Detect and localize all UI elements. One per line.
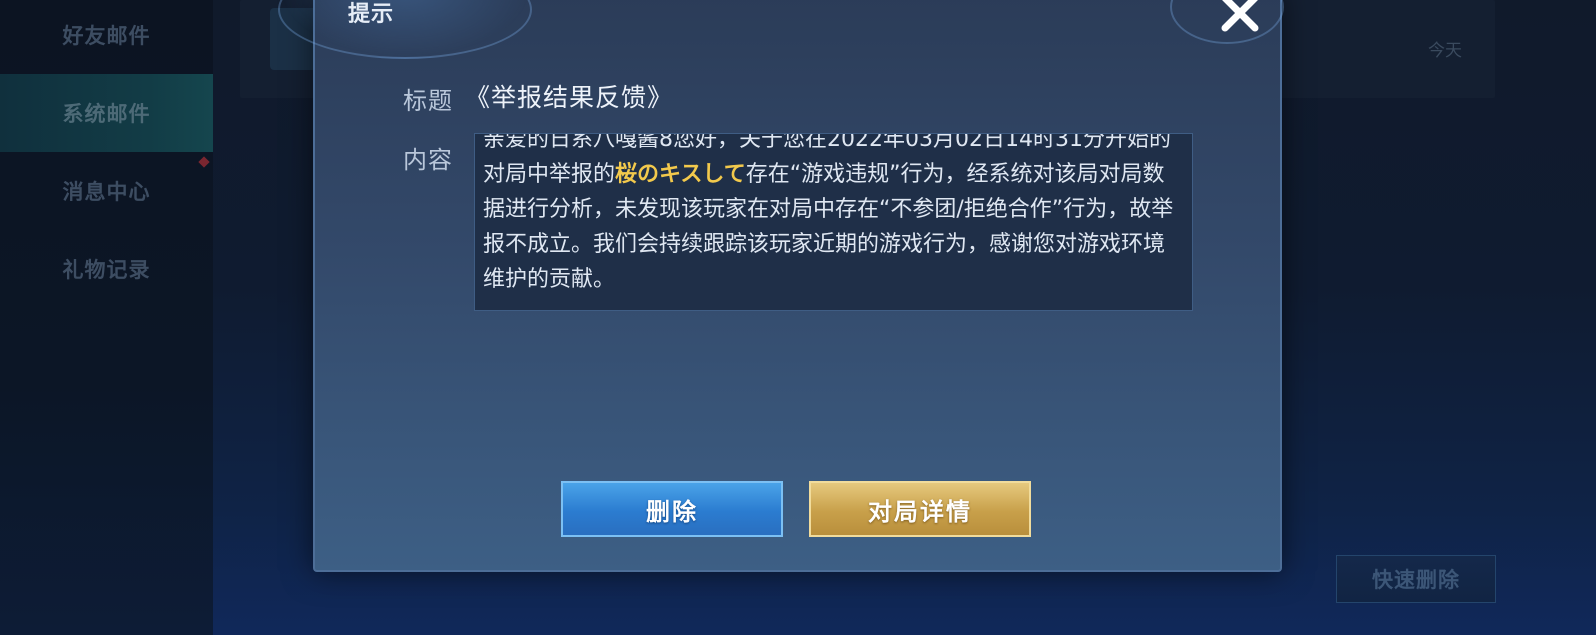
sidebar-item-label: 礼物记录: [62, 258, 151, 282]
sidebar-item-label: 好友邮件: [62, 24, 151, 48]
close-icon[interactable]: [1217, 0, 1263, 36]
subject-label: 标题: [403, 87, 453, 115]
delete-button-label: 删除: [646, 497, 698, 526]
reported-player-name: 桜のキスして: [615, 162, 746, 187]
match-details-button-label: 对局详情: [868, 497, 972, 526]
match-details-button[interactable]: 对局详情: [809, 481, 1031, 537]
sidebar-item-friend-mail[interactable]: 好友邮件: [0, 0, 213, 74]
sidebar-item-label: 系统邮件: [62, 102, 151, 126]
subject-value: 《举报结果反馈》: [465, 83, 674, 112]
content-scroll-area[interactable]: 亲爱的日系八嘎酱8您好，关于您在2022年03月02日14时31分开始的对局中举…: [474, 133, 1193, 311]
quick-delete-button[interactable]: 快速删除: [1336, 555, 1496, 603]
sidebar-item-gift-record[interactable]: 礼物记录: [0, 230, 213, 308]
sidebar-item-system-mail[interactable]: 系统邮件: [0, 74, 213, 152]
delete-button[interactable]: 删除: [561, 481, 783, 537]
mail-date: 今天: [1428, 41, 1462, 61]
sidebar-item-label: 消息中心: [62, 180, 151, 204]
content-label: 内容: [403, 146, 453, 174]
content-text: 亲爱的日系八嘎酱8您好，关于您在2022年03月02日14时31分开始的对局中举…: [483, 134, 1183, 297]
mail-sidebar: 好友邮件 系统邮件 消息中心 礼物记录: [0, 0, 213, 635]
screen: 好友邮件 系统邮件 消息中心 礼物记录 今天 快速删除 提示 标题 《举报结果反…: [0, 0, 1596, 635]
sidebar-item-message-center[interactable]: 消息中心: [0, 152, 213, 230]
dialog-title: 提示: [348, 2, 395, 27]
